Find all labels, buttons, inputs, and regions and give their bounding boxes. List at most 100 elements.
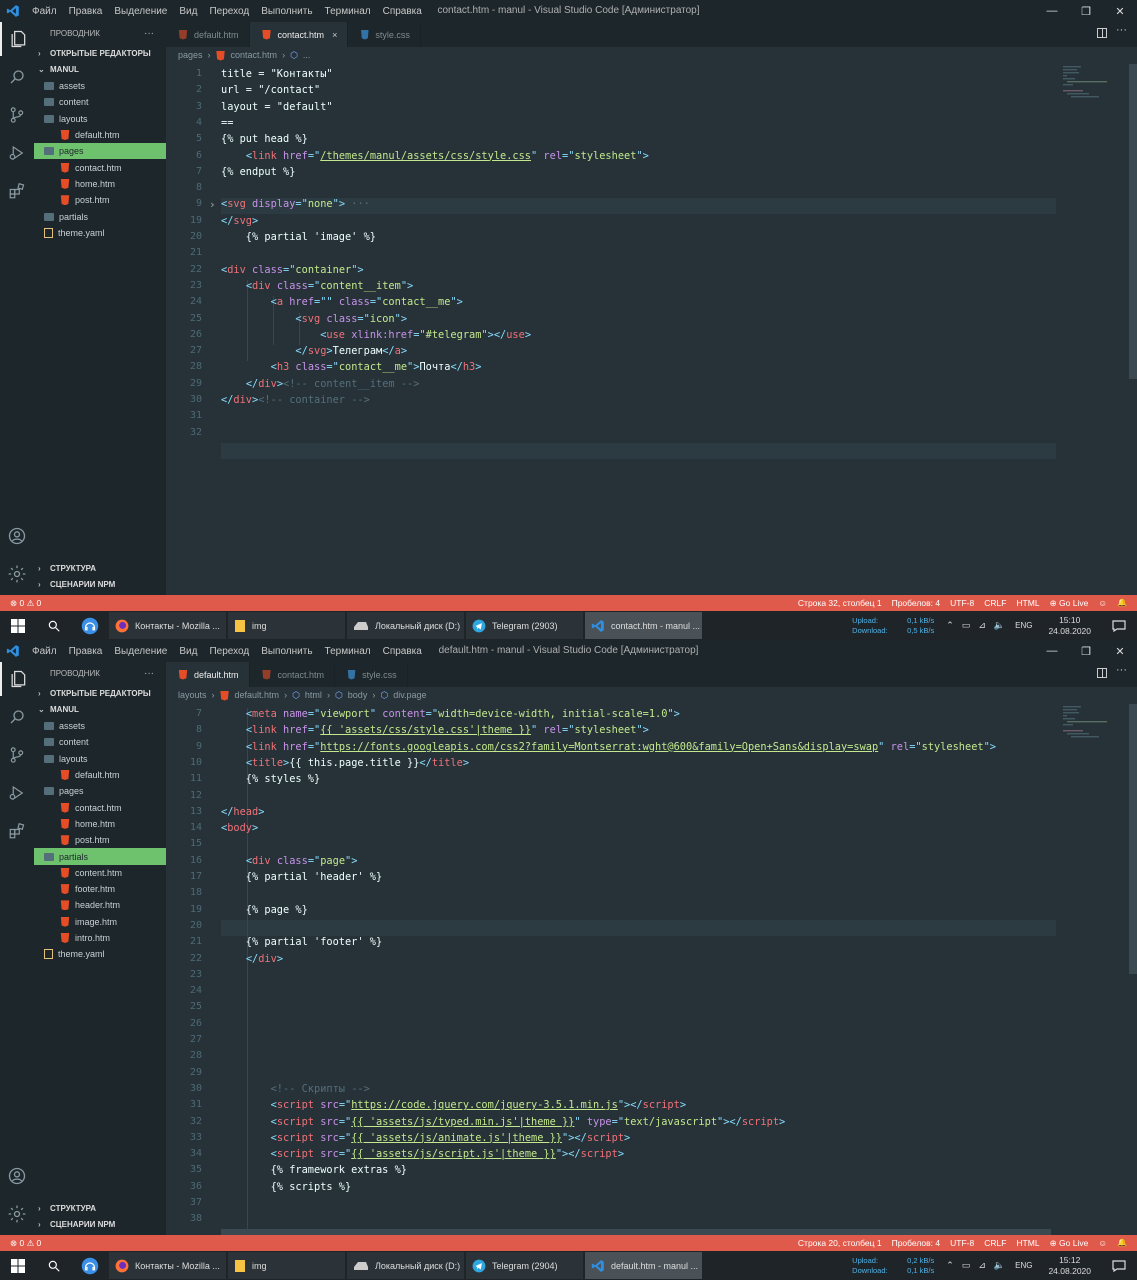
- tab-style-css[interactable]: style.css: [335, 662, 408, 687]
- headphones-app-icon[interactable]: [72, 1251, 108, 1280]
- cursor-position[interactable]: Строка 32, столбец 1: [798, 598, 882, 609]
- npm-scripts-section[interactable]: › СЦЕНАРИИ NPM: [34, 577, 166, 593]
- tab-default-htm[interactable]: default.htm: [166, 22, 250, 47]
- vscode-taskbar-item[interactable]: default.htm - manul ...: [585, 1252, 702, 1279]
- battery-icon[interactable]: ▭: [962, 1260, 971, 1271]
- minimize-button[interactable]: —: [1035, 640, 1069, 662]
- vscode-taskbar-item[interactable]: contact.htm - manul ...: [585, 612, 702, 639]
- vertical-scrollbar[interactable]: [1129, 64, 1137, 379]
- breadcrumb-item[interactable]: div.page: [393, 687, 426, 704]
- tree-item[interactable]: content.htm: [34, 865, 166, 881]
- split-editor-icon[interactable]: [1097, 668, 1107, 678]
- tree-item[interactable]: content: [34, 94, 166, 110]
- cursor-position[interactable]: Строка 20, столбец 1: [798, 1238, 882, 1249]
- indentation[interactable]: Пробелов: 4: [892, 1238, 941, 1249]
- more-actions-icon[interactable]: ···: [1116, 24, 1127, 36]
- tree-item[interactable]: partials: [34, 208, 166, 224]
- more-actions-icon[interactable]: ···: [1116, 664, 1127, 676]
- menu-item[interactable]: Выделение: [108, 6, 173, 17]
- menu-item[interactable]: Выполнить: [255, 646, 318, 657]
- local-disk-taskbar-item[interactable]: Локальный диск (D:): [347, 1252, 464, 1279]
- extensions-icon[interactable]: [0, 814, 34, 848]
- tree-item[interactable]: theme.yaml: [34, 225, 166, 241]
- more-actions-icon[interactable]: ···: [144, 22, 154, 46]
- tree-item[interactable]: assets: [34, 78, 166, 94]
- code-editor[interactable]: 7 <meta name="viewport" content="width=d…: [166, 704, 1137, 1280]
- notifications-icon[interactable]: [1101, 611, 1137, 640]
- vertical-scrollbar[interactable]: [1129, 704, 1137, 974]
- tree-item[interactable]: assets: [34, 718, 166, 734]
- search-icon[interactable]: [0, 60, 34, 94]
- line-ending[interactable]: CRLF: [984, 1238, 1006, 1249]
- close-window-button[interactable]: ✕: [1103, 640, 1137, 662]
- start-windows-icon[interactable]: [0, 611, 36, 640]
- structure-section[interactable]: › СТРУКТУРА: [34, 1201, 166, 1217]
- volume-icon[interactable]: 🔈: [994, 1260, 1005, 1271]
- firefox-taskbar-item[interactable]: Контакты - Mozilla ...: [109, 1252, 226, 1279]
- menu-item[interactable]: Переход: [203, 646, 255, 657]
- minimap[interactable]: [1057, 704, 1137, 1235]
- local-disk-taskbar-item[interactable]: Локальный диск (D:): [347, 612, 464, 639]
- search-icon[interactable]: [0, 700, 34, 734]
- input-language[interactable]: ENG: [1015, 621, 1032, 630]
- img-folder-taskbar-item[interactable]: img: [228, 1252, 345, 1279]
- tree-item[interactable]: contact.htm: [34, 159, 166, 175]
- menu-item[interactable]: Правка: [63, 6, 109, 17]
- tree-item[interactable]: default.htm: [34, 127, 166, 143]
- network-icon[interactable]: ⊿: [978, 620, 986, 631]
- problems-indicator[interactable]: ⊗ 0 ⚠ 0: [0, 598, 41, 609]
- files-icon[interactable]: [0, 22, 34, 56]
- split-editor-icon[interactable]: [1097, 28, 1107, 38]
- notifications-icon[interactable]: [1101, 1251, 1137, 1280]
- code-editor[interactable]: 1 title = "Контакты" 2 url = "/contact" 3 lay…: [166, 64, 1137, 595]
- menu-item[interactable]: Терминал: [319, 646, 377, 657]
- line-ending[interactable]: CRLF: [984, 598, 1006, 609]
- menu-item[interactable]: Переход: [203, 6, 255, 17]
- account-icon[interactable]: [0, 1159, 34, 1193]
- project-section[interactable]: ⌄ MANUL: [34, 62, 166, 78]
- npm-scripts-section[interactable]: › СЦЕНАРИИ NPM: [34, 1217, 166, 1233]
- structure-section[interactable]: › СТРУКТУРА: [34, 561, 166, 577]
- settings-gear-icon[interactable]: [0, 1197, 34, 1231]
- maximize-button[interactable]: ❐: [1069, 0, 1103, 22]
- tree-item[interactable]: layouts: [34, 751, 166, 767]
- indentation[interactable]: Пробелов: 4: [892, 598, 941, 609]
- language-mode[interactable]: HTML: [1016, 1238, 1039, 1249]
- close-window-button[interactable]: ✕: [1103, 0, 1137, 22]
- go-live-button[interactable]: ⊕ Go Live: [1050, 1238, 1089, 1249]
- source-control-icon[interactable]: [0, 98, 34, 132]
- input-language[interactable]: ENG: [1015, 1261, 1032, 1270]
- tab-contact-htm[interactable]: contact.htm: [249, 662, 336, 687]
- breadcrumb-item[interactable]: contact.htm: [231, 47, 278, 64]
- search-icon[interactable]: [36, 611, 72, 640]
- notifications-bell-icon[interactable]: 🔔: [1117, 1238, 1127, 1249]
- breadcrumb-item[interactable]: layouts: [178, 687, 207, 704]
- tree-item[interactable]: content: [34, 734, 166, 750]
- clock[interactable]: 15:10 24.08.2020: [1048, 615, 1091, 637]
- menu-item[interactable]: Выполнить: [255, 6, 318, 17]
- tree-item[interactable]: default.htm: [34, 767, 166, 783]
- close-tab-icon[interactable]: ×: [332, 30, 337, 40]
- tree-item[interactable]: layouts: [34, 111, 166, 127]
- battery-icon[interactable]: ▭: [962, 620, 971, 631]
- tree-item[interactable]: post.htm: [34, 832, 166, 848]
- breadcrumb-item[interactable]: pages: [178, 47, 203, 64]
- tree-item[interactable]: footer.htm: [34, 881, 166, 897]
- files-icon[interactable]: [0, 662, 34, 696]
- menu-item[interactable]: Терминал: [319, 6, 377, 17]
- clock[interactable]: 15:12 24.08.2020: [1048, 1255, 1091, 1277]
- tree-item[interactable]: home.htm: [34, 816, 166, 832]
- volume-icon[interactable]: 🔈: [994, 620, 1005, 631]
- tab-default-htm[interactable]: default.htm: [166, 662, 250, 687]
- telegram-taskbar-item[interactable]: Telegram (2904): [466, 1252, 583, 1279]
- encoding[interactable]: UTF-8: [950, 1238, 974, 1249]
- problems-indicator[interactable]: ⊗ 0 ⚠ 0: [0, 1238, 41, 1249]
- menu-item[interactable]: Файл: [26, 646, 63, 657]
- tree-item[interactable]: partials: [34, 848, 166, 865]
- menu-item[interactable]: Вид: [173, 646, 203, 657]
- open-editors-section[interactable]: › ОТКРЫТЫЕ РЕДАКТОРЫ: [34, 46, 166, 62]
- breadcrumb-item[interactable]: body: [348, 687, 368, 704]
- run-debug-icon[interactable]: [0, 776, 34, 810]
- tree-item[interactable]: pages: [34, 783, 166, 799]
- menu-item[interactable]: Справка: [377, 646, 428, 657]
